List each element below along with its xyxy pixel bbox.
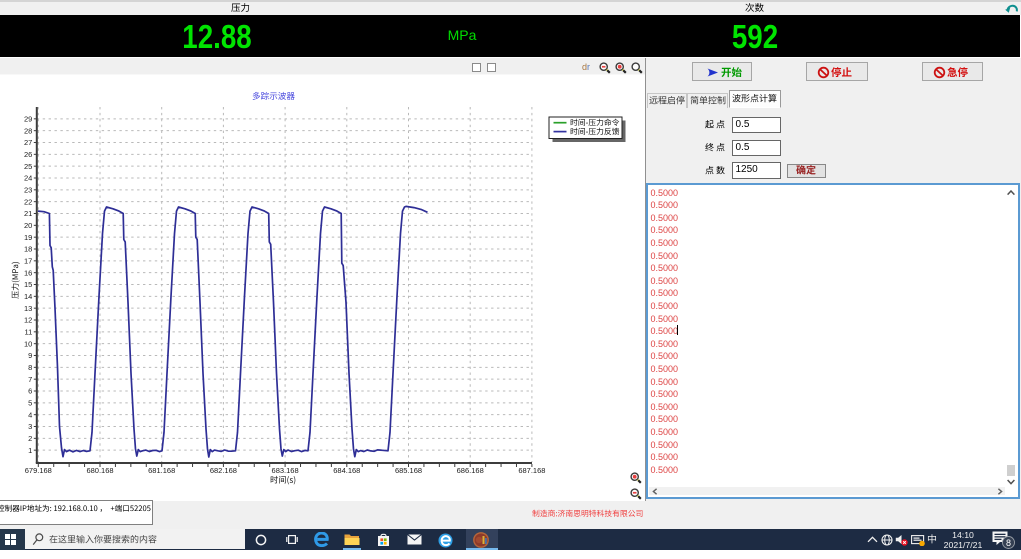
svg-text:4: 4 <box>28 410 32 419</box>
svg-text:11: 11 <box>25 327 33 336</box>
svg-text:2: 2 <box>28 434 32 443</box>
svg-text:9: 9 <box>28 351 32 360</box>
svg-text:26: 26 <box>24 150 32 159</box>
svg-text:8: 8 <box>28 363 32 372</box>
svg-text:681.168: 681.168 <box>148 466 175 475</box>
svg-text:10: 10 <box>24 339 32 348</box>
svg-text:18: 18 <box>24 245 32 254</box>
svg-text:6: 6 <box>28 387 32 396</box>
svg-text:682.168: 682.168 <box>210 466 237 475</box>
svg-text:5: 5 <box>28 398 32 407</box>
svg-text:15: 15 <box>24 280 32 289</box>
svg-text:27: 27 <box>24 138 32 147</box>
svg-text:25: 25 <box>24 162 32 171</box>
svg-text:24: 24 <box>24 174 32 183</box>
svg-text:23: 23 <box>24 185 32 194</box>
svg-text:8: 8 <box>1006 538 1011 548</box>
svg-text:680.168: 680.168 <box>86 466 113 475</box>
svg-text:686.168: 686.168 <box>457 466 484 475</box>
svg-text:685.168: 685.168 <box>395 466 422 475</box>
svg-text:22: 22 <box>24 197 32 206</box>
svg-text:21: 21 <box>24 209 32 218</box>
svg-text:20: 20 <box>24 221 32 230</box>
svg-text:7: 7 <box>28 375 32 384</box>
svg-text:679.168: 679.168 <box>25 466 52 475</box>
svg-text:29: 29 <box>24 114 32 123</box>
svg-text:13: 13 <box>24 304 32 313</box>
svg-text:17: 17 <box>24 256 32 265</box>
svg-text:16: 16 <box>24 268 32 277</box>
svg-text:1: 1 <box>28 446 32 455</box>
svg-text:684.168: 684.168 <box>333 466 360 475</box>
svg-text:28: 28 <box>24 126 32 135</box>
svg-text:3: 3 <box>28 422 32 431</box>
svg-text:14: 14 <box>24 292 32 301</box>
svg-text:19: 19 <box>24 233 32 242</box>
svg-text:12: 12 <box>24 316 32 325</box>
svg-text:687.168: 687.168 <box>518 466 545 475</box>
